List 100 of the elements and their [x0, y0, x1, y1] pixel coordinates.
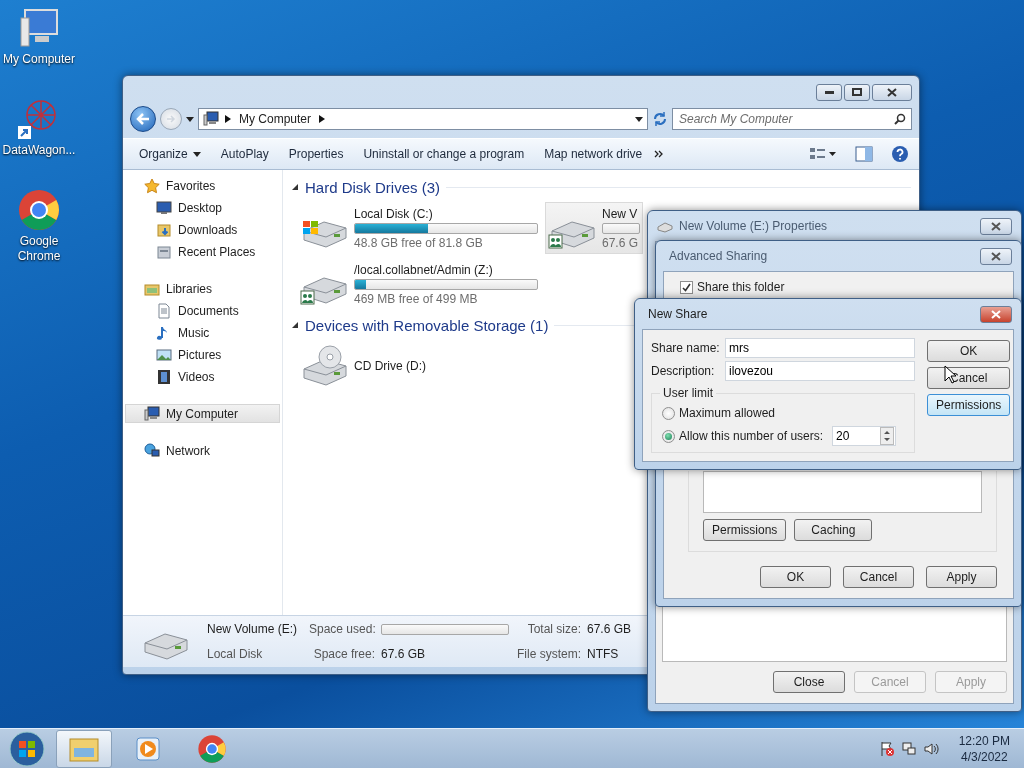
more-chevron-icon[interactable]: [654, 150, 665, 158]
group-header: Hard Disk Drives (3): [305, 178, 440, 196]
dialog-title: New Share: [647, 307, 709, 321]
close-button[interactable]: [980, 247, 1012, 265]
toolbar-button[interactable]: Properties: [280, 143, 352, 165]
start-button[interactable]: [6, 729, 48, 768]
caret-icon: [192, 151, 201, 157]
refresh-icon[interactable]: [652, 111, 668, 127]
nav-item[interactable]: Network: [125, 441, 280, 460]
close-icon: [887, 87, 897, 97]
desktop-icon-label: My Computer: [2, 52, 76, 67]
field-label: Total size:: [526, 622, 581, 637]
menu-button[interactable]: Organize: [131, 143, 209, 165]
field-label: File system:: [516, 646, 581, 661]
nav-item[interactable]: Documents: [125, 301, 280, 320]
maximize-button[interactable]: [844, 83, 870, 101]
cd-drive-icon: [300, 345, 350, 387]
field-label: Description:: [651, 364, 716, 378]
computer-icon[interactable]: [17, 8, 61, 50]
picture-icon: [156, 346, 172, 363]
caret-icon: [635, 116, 643, 122]
text-field[interactable]: mrs: [725, 338, 915, 358]
chevron-right-icon: [225, 115, 231, 123]
check-icon: [682, 282, 691, 292]
maximize-icon: [852, 88, 862, 96]
close-icon: [991, 251, 1001, 261]
close-button[interactable]: [980, 305, 1012, 323]
folder-icon: [69, 735, 99, 762]
toolbar-button[interactable]: AutoPlay: [212, 143, 277, 165]
volume-icon[interactable]: [922, 740, 939, 757]
field-value: 67.6 GB: [381, 646, 427, 661]
free-space-text: 469 MB free of 499 MB: [354, 291, 479, 306]
network-globe-icon: [144, 442, 160, 459]
search-field[interactable]: Search My Computer: [672, 108, 912, 130]
nav-item[interactable]: Libraries: [125, 279, 280, 298]
close-icon: [991, 309, 1001, 319]
view-options-icon[interactable]: [809, 147, 837, 161]
radio-button[interactable]: [662, 406, 675, 420]
radio-option[interactable]: Maximum allowed: [662, 406, 896, 420]
close-button[interactable]: [980, 217, 1012, 235]
collapse-triangle-icon[interactable]: [291, 321, 299, 329]
action-center-flag-icon[interactable]: [878, 740, 895, 757]
chrome-icon[interactable]: [197, 733, 227, 764]
computer-icon: [144, 405, 160, 422]
nav-item[interactable]: Downloads: [125, 220, 280, 239]
close-button[interactable]: [872, 83, 912, 101]
radio-button[interactable]: [662, 429, 675, 443]
checkbox-label: Share this folder: [697, 280, 785, 294]
desktop-icon-label: DataWagon...: [1, 143, 77, 158]
folder-icon: [156, 221, 172, 238]
dialog-button[interactable]: OK: [760, 566, 831, 588]
clock[interactable]: 12:20 PM 4/3/2022: [944, 732, 1018, 765]
field-label: Space free:: [312, 646, 375, 661]
chrome-shortcut-icon[interactable]: [17, 188, 61, 232]
group-title: User limit: [660, 386, 716, 400]
dialog-button[interactable]: Caching: [794, 519, 873, 541]
back-button[interactable]: [130, 106, 156, 132]
nav-item[interactable]: Desktop: [125, 198, 280, 217]
breadcrumb[interactable]: My Computer: [237, 112, 314, 126]
spin-arrows-icon[interactable]: [880, 427, 894, 445]
checkbox-row[interactable]: Share this folder: [680, 280, 997, 294]
dialog-button[interactable]: OK: [927, 340, 1011, 362]
field-label: Share name:: [651, 341, 721, 355]
toolbar-button[interactable]: Uninstall or change a program: [355, 143, 533, 165]
radio-option[interactable]: Allow this number of users: 20: [662, 426, 896, 446]
nav-item[interactable]: Recent Places: [125, 242, 280, 261]
drive-tile[interactable]: /local.collabnet/Admin (Z:) 469 MB free of 499 MB: [297, 258, 541, 310]
help-icon[interactable]: [891, 145, 909, 163]
address-bar[interactable]: My Computer: [198, 108, 648, 130]
drive-tile[interactable]: Local Disk (C:) 48.8 GB free of 81.8 GB: [297, 202, 541, 254]
toolbar-button[interactable]: Map network drive: [536, 143, 651, 165]
text-field[interactable]: ilovezou: [725, 361, 915, 381]
nav-item[interactable]: My Computer: [125, 404, 280, 423]
drive-name: New Volume (E:): [207, 622, 299, 637]
back-arrow-icon: [136, 113, 150, 125]
drive-name: Local Disk (C:): [354, 206, 434, 221]
nav-item[interactable]: Pictures: [125, 345, 280, 364]
dialog-button[interactable]: Permissions: [927, 394, 1011, 416]
star-icon: [144, 177, 160, 194]
folder-icon: [156, 243, 172, 260]
nav-item[interactable]: Favorites: [125, 176, 280, 195]
drive-name: /local.collabnet/Admin (Z:): [354, 262, 494, 277]
drive-tile[interactable]: CD Drive (D:): [297, 340, 541, 392]
dialog-button[interactable]: Permissions: [703, 519, 787, 541]
radio-label: Allow this number of users:: [679, 429, 824, 443]
network-icon[interactable]: [900, 740, 917, 757]
minimize-icon: [824, 90, 834, 94]
checkbox[interactable]: [680, 280, 693, 294]
dialog-button[interactable]: Cancel: [843, 566, 914, 588]
dialog-button[interactable]: Close: [773, 671, 845, 693]
collapse-triangle-icon[interactable]: [291, 183, 299, 191]
clock-date: 4/3/2022: [960, 748, 1008, 765]
field-value: NTFS: [587, 646, 620, 661]
caret-icon: [186, 116, 194, 122]
minimize-button[interactable]: [816, 83, 842, 101]
nav-item[interactable]: Music: [125, 323, 280, 342]
free-space-text: 67.6 G: [602, 235, 640, 250]
nav-item[interactable]: Videos: [125, 367, 280, 386]
dialog-button[interactable]: Apply: [926, 566, 997, 588]
drive-tile[interactable]: New V 67.6 G: [545, 202, 643, 254]
